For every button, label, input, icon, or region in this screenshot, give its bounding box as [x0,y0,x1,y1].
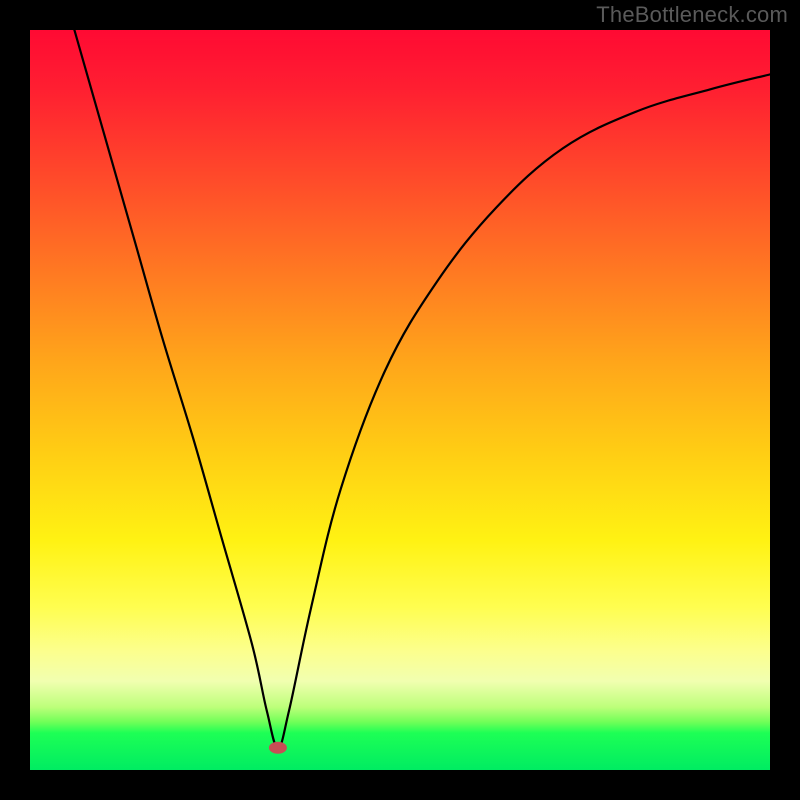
curve-svg [30,30,770,770]
bottleneck-curve [74,30,770,748]
watermark-text: TheBottleneck.com [596,2,788,28]
optimal-point-marker [269,742,287,754]
chart-container: TheBottleneck.com [0,0,800,800]
plot-area [30,30,770,770]
